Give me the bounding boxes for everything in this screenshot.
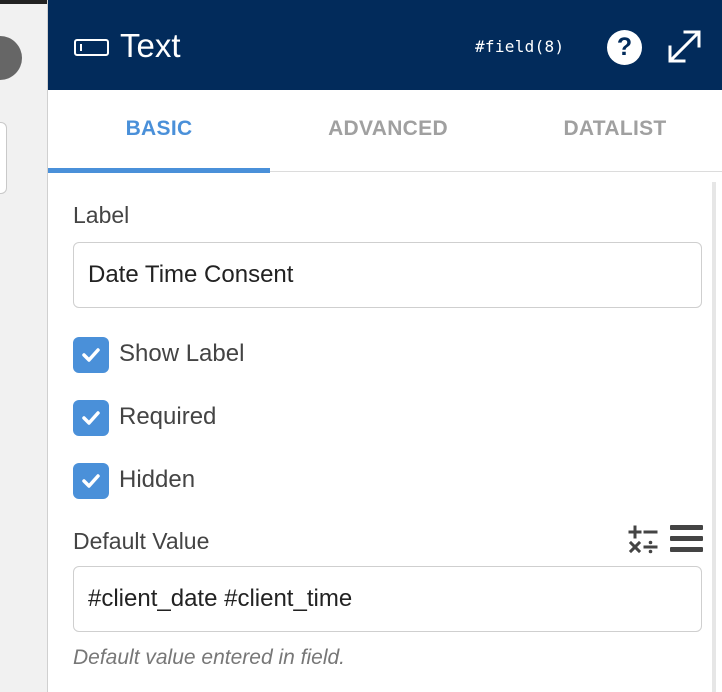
left-sidebar-strip xyxy=(0,0,47,692)
default-value-help-text: Default value entered in field. xyxy=(73,646,346,669)
label-input[interactable]: Date Time Consent xyxy=(73,242,702,308)
question-circle-icon[interactable]: ? xyxy=(607,30,642,65)
menu-line xyxy=(670,536,703,541)
panel-title: Text xyxy=(120,27,181,64)
label-heading: Label xyxy=(73,202,130,228)
default-value-heading: Default Value xyxy=(73,528,210,554)
hamburger-menu-icon[interactable] xyxy=(670,525,703,553)
field-id: #field(8) xyxy=(475,37,565,56)
panel-header: Text #field(8) ? xyxy=(48,0,722,90)
text-input-icon xyxy=(74,39,109,56)
hidden-checkbox[interactable] xyxy=(73,463,109,499)
menu-line xyxy=(670,547,703,552)
default-value-input[interactable]: #client_date #client_time xyxy=(73,566,702,632)
scrollbar[interactable] xyxy=(712,182,716,692)
hidden-text: Hidden xyxy=(119,466,196,493)
calculator-operators-icon[interactable] xyxy=(628,525,658,555)
show-label-text: Show Label xyxy=(119,340,245,367)
tab-bar: BASIC ADVANCED DATALIST xyxy=(48,90,722,173)
field-settings-panel: Text #field(8) ? BASIC ADVANCED DATALIST… xyxy=(47,0,722,692)
required-text: Required xyxy=(119,403,217,430)
tab-basic[interactable]: BASIC xyxy=(48,90,270,173)
checkmark-icon xyxy=(82,348,100,362)
tab-datalist[interactable]: DATALIST xyxy=(504,90,722,172)
required-checkbox[interactable] xyxy=(73,400,109,436)
avatar[interactable] xyxy=(0,36,22,80)
checkmark-icon xyxy=(82,411,100,425)
expand-arrows-icon[interactable] xyxy=(666,28,703,65)
checkmark-icon xyxy=(82,474,100,488)
top-border xyxy=(0,0,47,4)
sidebar-card[interactable] xyxy=(0,122,7,194)
tab-advanced[interactable]: ADVANCED xyxy=(277,90,499,172)
menu-line xyxy=(670,525,703,530)
show-label-checkbox[interactable] xyxy=(73,337,109,373)
